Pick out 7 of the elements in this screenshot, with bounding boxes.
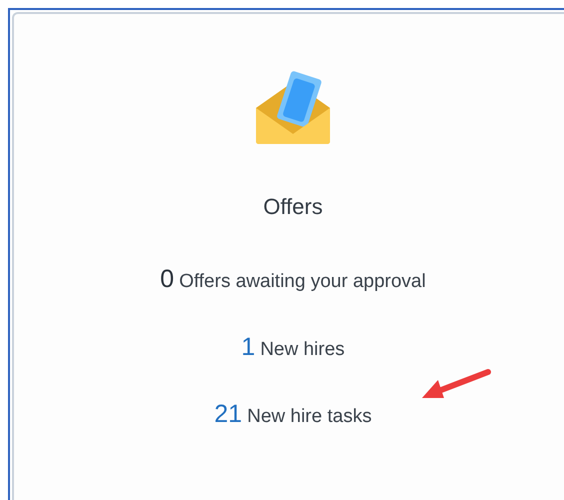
stat-label: New hire tasks [247, 405, 372, 429]
count-link[interactable]: 1 [241, 328, 256, 366]
stat-label: Offers awaiting your approval [179, 270, 426, 294]
count: 0 [160, 264, 174, 295]
card-title: Offers [263, 193, 323, 221]
count-link[interactable]: 21 [214, 396, 242, 434]
stat-label: New hires [260, 338, 345, 362]
